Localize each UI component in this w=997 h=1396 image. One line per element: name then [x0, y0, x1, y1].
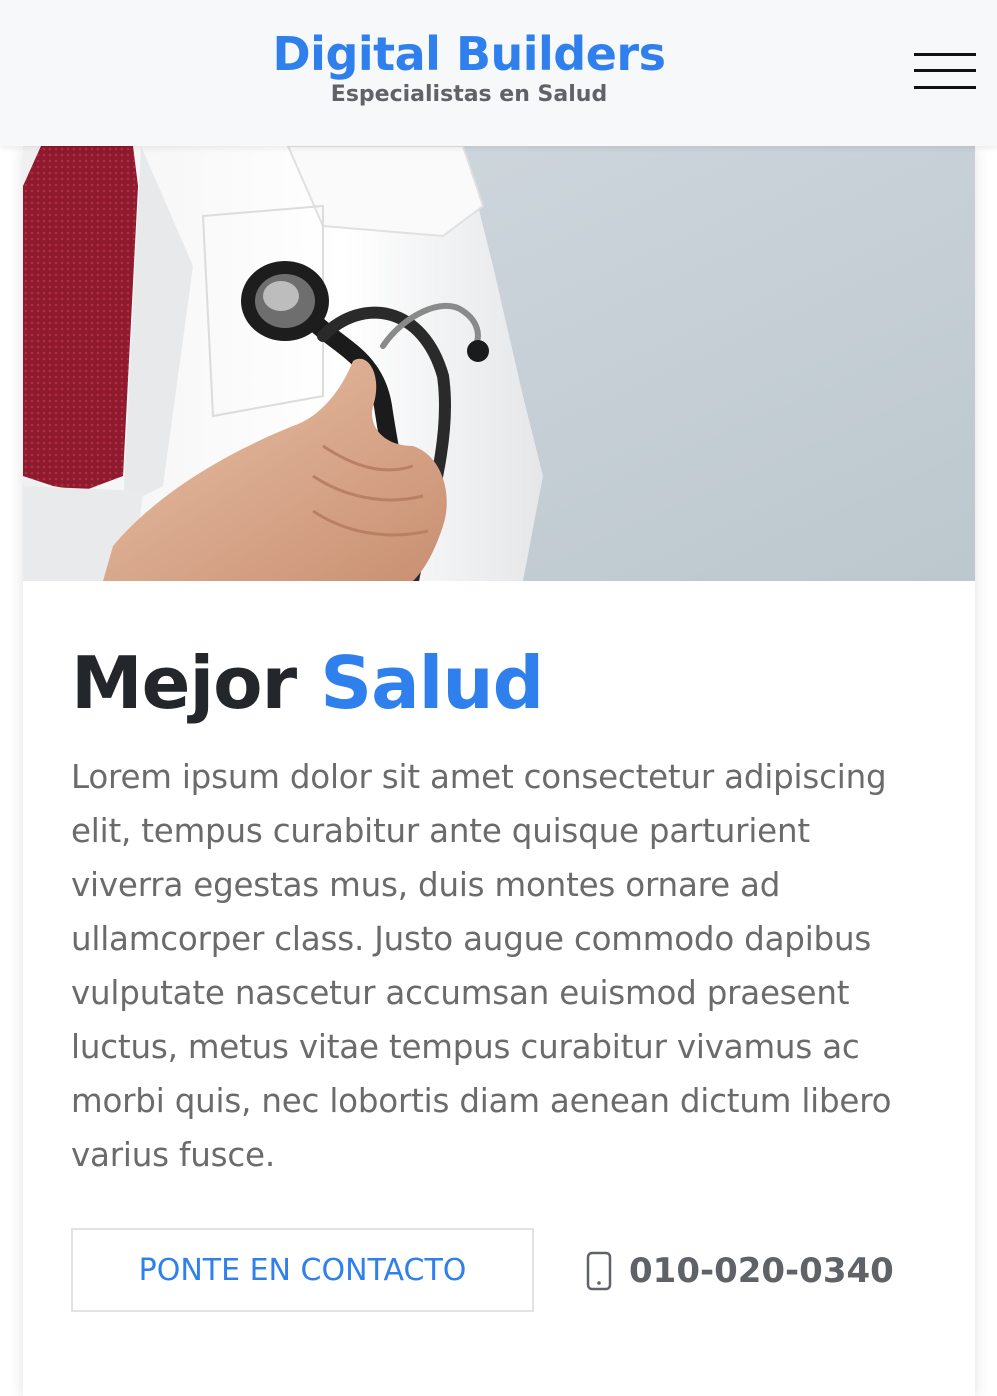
- doctor-stethoscope-illustration: [23, 146, 975, 581]
- headline-word: Mejor: [71, 641, 297, 725]
- brand[interactable]: Digital Builders Especialistas en Salud: [0, 26, 938, 110]
- menu-bar: [914, 53, 976, 56]
- mobile-phone-icon: [586, 1251, 612, 1291]
- menu-bar: [914, 86, 976, 89]
- intro-paragraph: Lorem ipsum dolor sit amet consectetur a…: [71, 758, 892, 1174]
- headline-accent-word: Salud: [320, 641, 544, 725]
- contact-button[interactable]: PONTE EN CONTACTO: [71, 1228, 534, 1312]
- page-headline: Mejor Salud: [71, 640, 544, 726]
- brand-title[interactable]: Digital Builders: [0, 26, 938, 82]
- site-header: Digital Builders Especialistas en Salud: [0, 0, 997, 146]
- hero-card: Mejor Salud Lorem ipsum dolor sit amet c…: [23, 146, 975, 1396]
- menu-bar: [914, 69, 976, 72]
- brand-subtitle: Especialistas en Salud: [330, 82, 608, 107]
- phone-number[interactable]: 010-020-0340: [629, 1251, 894, 1291]
- hamburger-menu-icon[interactable]: [914, 52, 976, 92]
- hero-image: [23, 146, 975, 581]
- phone-contact[interactable]: 010-020-0340: [585, 1246, 894, 1296]
